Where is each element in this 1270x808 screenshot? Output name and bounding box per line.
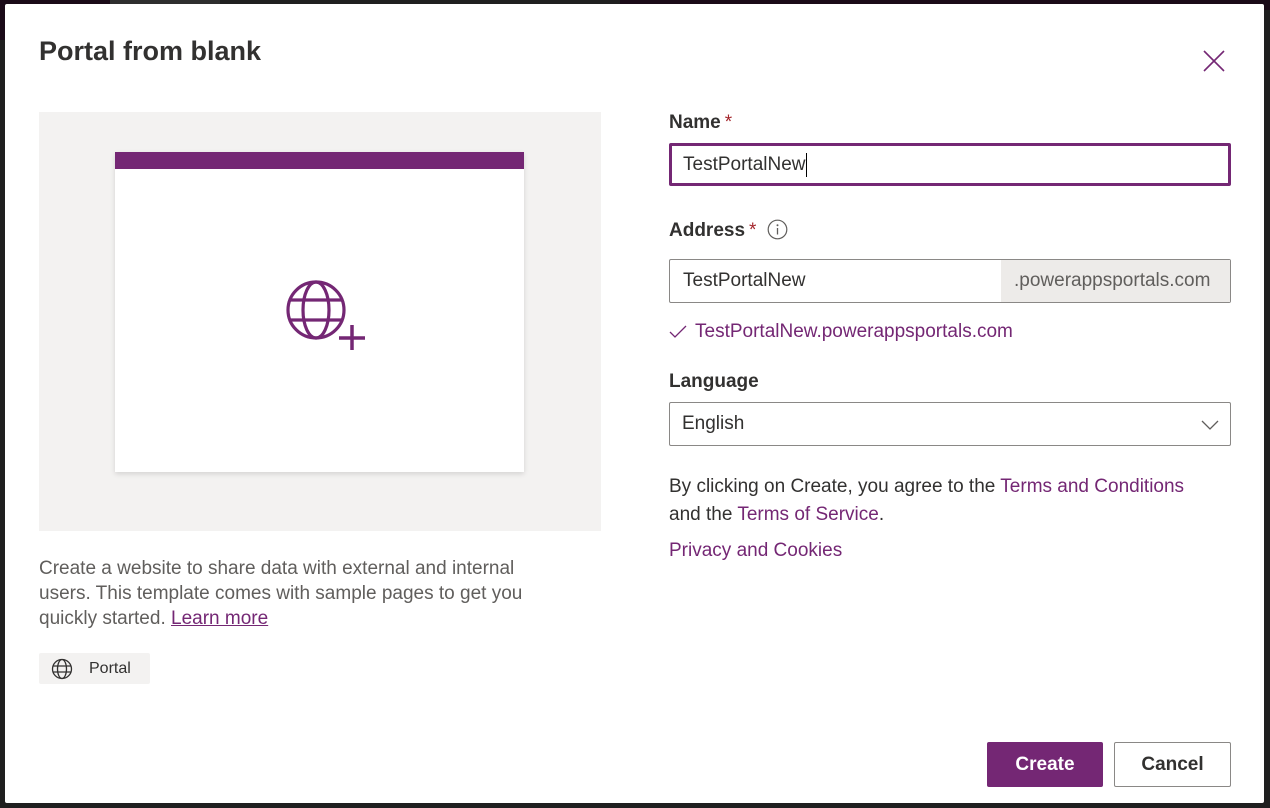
info-icon[interactable]: [767, 219, 788, 240]
terms-agreement: By clicking on Create, you agree to the …: [669, 473, 1229, 529]
close-icon: [1203, 50, 1225, 72]
globe-add-icon: [286, 280, 365, 350]
create-button[interactable]: Create: [987, 742, 1103, 787]
terms-middle: and the: [669, 504, 738, 525]
name-label: Name *: [669, 112, 732, 134]
terms-suffix: .: [878, 504, 885, 525]
terms-and-conditions-link[interactable]: Terms and Conditions: [1000, 476, 1184, 497]
text-caret: [805, 152, 807, 177]
language-selected-value: English: [682, 413, 745, 434]
name-input-value: TestPortalNew: [683, 153, 806, 175]
name-label-text: Name: [669, 112, 721, 133]
preview-header-bar: [115, 152, 524, 169]
terms-of-service-link[interactable]: Terms of Service: [737, 504, 878, 525]
checkmark-icon: [669, 325, 687, 338]
dialog-title: Portal from blank: [39, 36, 262, 66]
chevron-down-icon: [1201, 420, 1219, 430]
name-input[interactable]: TestPortalNew: [669, 143, 1231, 186]
required-marker: *: [749, 220, 757, 241]
address-input-value: TestPortalNew: [683, 270, 806, 291]
address-label: Address *: [669, 220, 756, 242]
tag-label: Portal: [89, 659, 131, 677]
required-marker: *: [724, 112, 733, 133]
globe-icon: [51, 658, 73, 679]
preview-card: [115, 152, 524, 472]
address-input[interactable]: TestPortalNew .powerappsportals.com: [669, 259, 1231, 303]
privacy-and-cookies-link[interactable]: Privacy and Cookies: [669, 540, 842, 562]
template-preview: [39, 112, 601, 531]
cancel-button[interactable]: Cancel: [1114, 742, 1231, 787]
portal-tag: Portal: [39, 653, 150, 684]
validation-text: TestPortalNew.powerappsportals.com: [695, 321, 1013, 342]
description-text: Create a website to share data with exte…: [39, 558, 523, 629]
template-description: Create a website to share data with exte…: [39, 556, 539, 631]
learn-more-link[interactable]: Learn more: [171, 608, 268, 629]
close-button[interactable]: [1197, 44, 1231, 78]
language-dropdown[interactable]: English: [669, 402, 1231, 446]
address-suffix: .powerappsportals.com: [1001, 260, 1230, 302]
terms-prefix: By clicking on Create, you agree to the: [669, 476, 1001, 497]
address-label-text: Address: [669, 220, 746, 241]
address-validation: TestPortalNew.powerappsportals.com: [669, 321, 1013, 343]
create-portal-dialog: Portal from blank Create a website to sh…: [5, 4, 1264, 803]
language-label: Language: [669, 371, 759, 392]
